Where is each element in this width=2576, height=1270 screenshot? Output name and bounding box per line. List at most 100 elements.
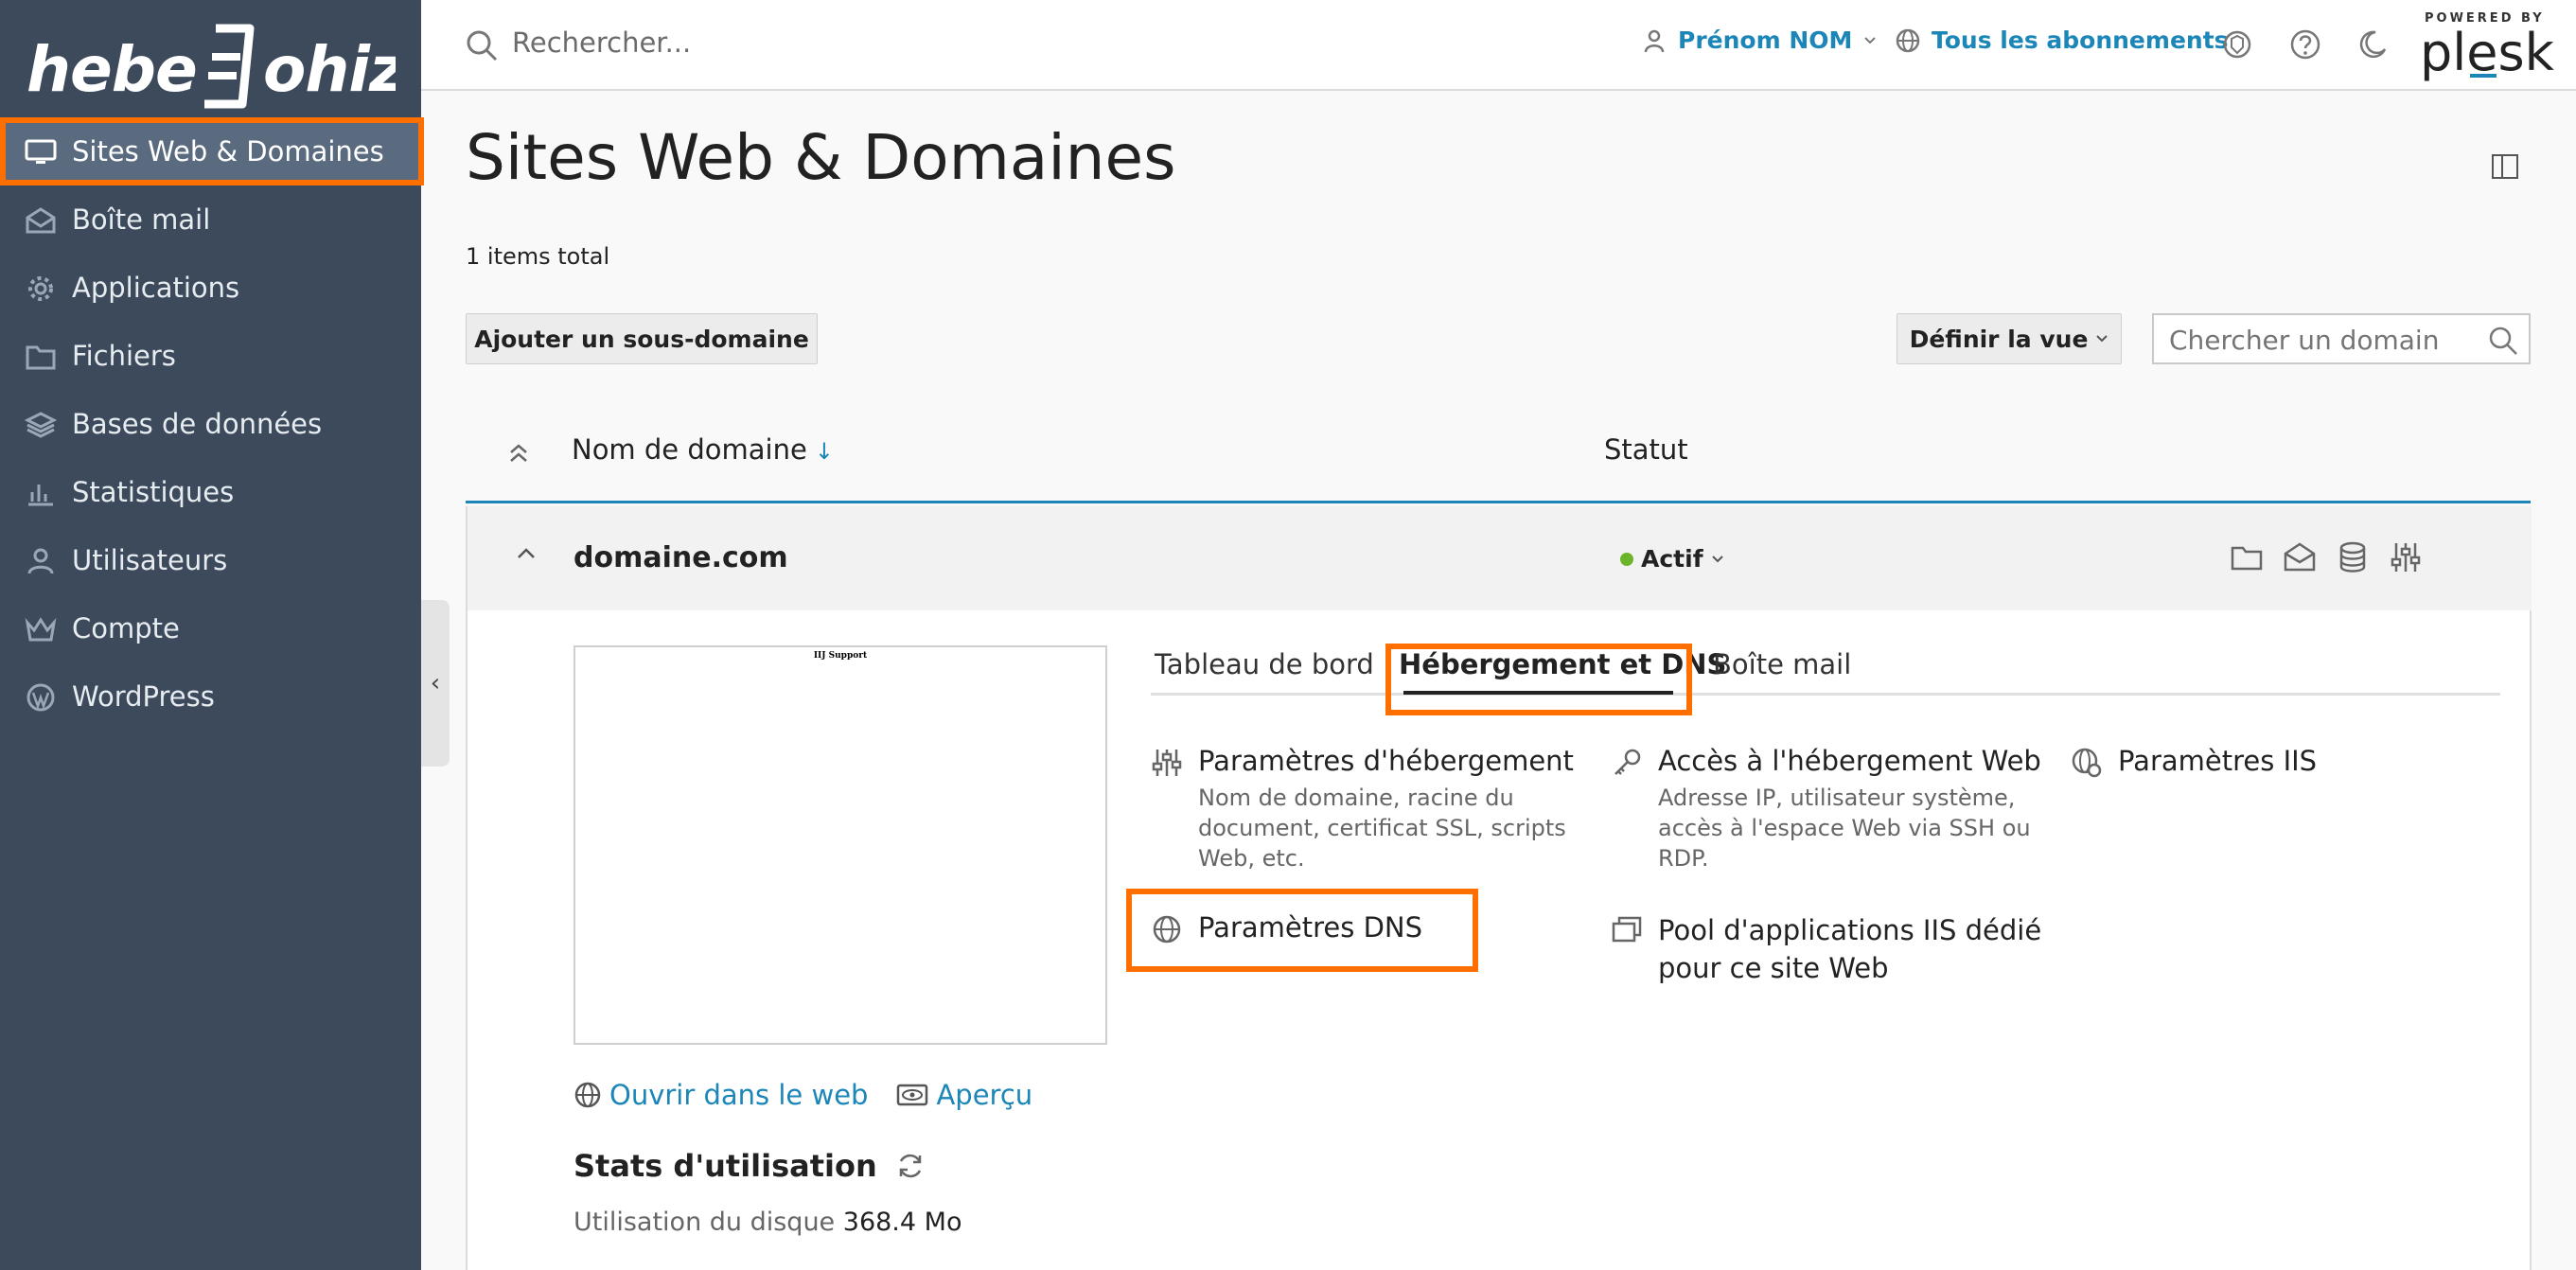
- gear-icon: [28, 276, 53, 301]
- sidebar-item-boite-mail[interactable]: Boîte mail: [0, 185, 421, 254]
- iis-settings-tool[interactable]: Paramètres IIS: [2072, 745, 2478, 778]
- topbar: Rechercher... Prénom NOM Tous les abonne…: [421, 0, 2576, 91]
- database-icon: [25, 412, 57, 438]
- status-dropdown[interactable]: Actif: [1620, 545, 1724, 573]
- folder-icon[interactable]: [2230, 540, 2264, 574]
- usage-stats-title: Stats d'utilisation: [573, 1148, 926, 1184]
- chevron-down-icon: [2096, 335, 2108, 343]
- sidebar-item-statistiques[interactable]: Statistiques: [0, 458, 421, 526]
- site-preview-thumbnail[interactable]: IIJ Support: [573, 645, 1107, 1045]
- column-header-status[interactable]: Statut: [1604, 433, 1688, 466]
- domain-name-link[interactable]: domaine.com: [573, 541, 788, 574]
- monitor-icon: [25, 139, 57, 164]
- sidebar-collapse-button[interactable]: ‹: [421, 600, 450, 767]
- items-total: 1 items total: [466, 243, 610, 270]
- domain-list-header: Nom de domaine ↓ Statut: [466, 416, 2531, 503]
- database-icon[interactable]: [2336, 540, 2370, 574]
- brand-logo[interactable]: hebe ohiz: [26, 17, 407, 112]
- search-icon: [467, 30, 498, 62]
- sidebar-item-label: Utilisateurs: [72, 544, 228, 576]
- user-icon: [1644, 29, 1665, 52]
- active-tab-underline: [1403, 691, 1673, 695]
- mail-icon[interactable]: [2283, 540, 2317, 574]
- sidebar-item-label: Boîte mail: [72, 203, 211, 236]
- domain-search-field[interactable]: [2152, 313, 2531, 364]
- key-icon: [1614, 749, 1641, 775]
- page-title: Sites Web & Domaines: [466, 121, 1176, 194]
- global-search-input[interactable]: Rechercher...: [512, 26, 691, 59]
- globe-icon: [574, 1082, 601, 1108]
- sidebar-item-sites-web-domaines[interactable]: Sites Web & Domaines: [0, 117, 424, 185]
- status-label: Actif: [1641, 545, 1703, 573]
- preview-links: Ouvrir dans le web Aperçu: [573, 1079, 1032, 1111]
- search-icon[interactable]: [2487, 325, 2519, 357]
- iis-app-pool-tool[interactable]: Pool d'applications IIS dédié pour ce si…: [1612, 911, 2056, 987]
- user-name: Prénom NOM: [1678, 26, 1853, 54]
- tab-boite-mail[interactable]: Boîte mail: [1713, 648, 1851, 680]
- bar-chart-icon: [28, 485, 53, 506]
- sidebar-item-label: Sites Web & Domaines: [72, 135, 384, 168]
- sidebar-item-label: WordPress: [72, 680, 215, 713]
- svg-text:hebe: hebe: [26, 33, 197, 106]
- domain-tabs: Tableau de bord Hébergement et DNS Boîte…: [1151, 641, 2500, 696]
- domain-search-input[interactable]: [2169, 325, 2481, 356]
- help-icon[interactable]: [2289, 28, 2321, 61]
- chevron-left-icon: ‹: [430, 669, 441, 697]
- plesk-logo-accent: [2470, 74, 2497, 78]
- open-in-web-label: Ouvrir dans le web: [609, 1079, 869, 1111]
- sidebar-item-label: Compte: [72, 612, 180, 644]
- refresh-icon[interactable]: [894, 1150, 926, 1182]
- tool-title: Paramètres d'hébergement: [1198, 745, 1574, 777]
- preview-link[interactable]: Aperçu: [896, 1079, 1032, 1111]
- side-panel-toggle-icon[interactable]: [2492, 154, 2518, 179]
- sidebar-nav: Sites Web & Domaines Boîte mail Applicat…: [0, 117, 424, 731]
- hosting-settings-tool[interactable]: Paramètres d'hébergement Nom de domaine,…: [1152, 745, 1596, 873]
- status-dot-icon: [1620, 552, 1633, 566]
- add-subdomain-button[interactable]: Ajouter un sous-domaine: [466, 313, 818, 364]
- mail-icon: [26, 207, 56, 234]
- domain-row: domaine.com Actif: [468, 506, 2532, 610]
- globe-icon: [1896, 28, 1920, 52]
- sliders-icon[interactable]: [2389, 540, 2423, 574]
- define-view-button[interactable]: Définir la vue: [1897, 313, 2122, 364]
- crown-icon: [25, 617, 57, 642]
- tab-tableau-de-bord[interactable]: Tableau de bord: [1155, 648, 1374, 680]
- subscriptions-menu[interactable]: Tous les abonnements: [1896, 26, 2229, 54]
- sidebar-item-compte[interactable]: Compte: [0, 594, 421, 662]
- extensions-icon[interactable]: [2221, 28, 2253, 61]
- chevron-up-icon[interactable]: [513, 544, 539, 563]
- windows-icon: [1612, 916, 1642, 943]
- collapse-all-icon[interactable]: [505, 441, 532, 467]
- sidebar-item-label: Applications: [72, 272, 240, 304]
- chevron-down-icon: [1864, 36, 1877, 44]
- sidebar-item-utilisateurs[interactable]: Utilisateurs: [0, 526, 421, 594]
- chevron-down-icon: [1711, 555, 1723, 562]
- wordpress-icon: [26, 683, 55, 712]
- web-hosting-access-tool[interactable]: Accès à l'hébergement Web Adresse IP, ut…: [1614, 745, 2056, 873]
- sidebar-item-wordpress[interactable]: WordPress: [0, 662, 421, 731]
- sidebar-item-applications[interactable]: Applications: [0, 254, 421, 322]
- sidebar-item-label: Fichiers: [72, 340, 176, 372]
- sidebar-item-bases-de-donnees[interactable]: Bases de données: [0, 390, 421, 458]
- preview-label: Aperçu: [936, 1079, 1033, 1111]
- svg-text:ohiz: ohiz: [263, 33, 396, 106]
- column-header-domain-name[interactable]: Nom de domaine ↓: [572, 433, 834, 466]
- usage-stats-label: Stats d'utilisation: [573, 1148, 877, 1184]
- tab-highlight-box: [1385, 644, 1692, 715]
- column-header-domain-name-label: Nom de domaine: [572, 433, 807, 466]
- dark-mode-icon[interactable]: [2356, 28, 2389, 61]
- disk-usage-label: Utilisation du disque: [573, 1208, 836, 1237]
- tool-title: Pool d'applications IIS dédié pour ce si…: [1658, 914, 2042, 984]
- sort-arrow-icon: ↓: [814, 438, 834, 465]
- tool-title: Accès à l'hébergement Web: [1658, 745, 2041, 777]
- user-menu[interactable]: Prénom NOM: [1642, 26, 1877, 54]
- define-view-label: Définir la vue: [1909, 325, 2089, 353]
- domain-quick-actions: [2230, 540, 2423, 574]
- hebergement-logo-icon: hebe ohiz: [26, 24, 407, 109]
- sidebar-item-fichiers[interactable]: Fichiers: [0, 322, 421, 390]
- folder-icon: [26, 345, 56, 370]
- disk-usage: Utilisation du disque 368.4 Mo: [573, 1208, 962, 1237]
- preview-page-title: IIJ Support: [813, 651, 868, 661]
- sidebar: hebe ohiz Sites Web & Domaines Boîte mai…: [0, 0, 424, 1270]
- open-in-web-link[interactable]: Ouvrir dans le web: [573, 1079, 868, 1111]
